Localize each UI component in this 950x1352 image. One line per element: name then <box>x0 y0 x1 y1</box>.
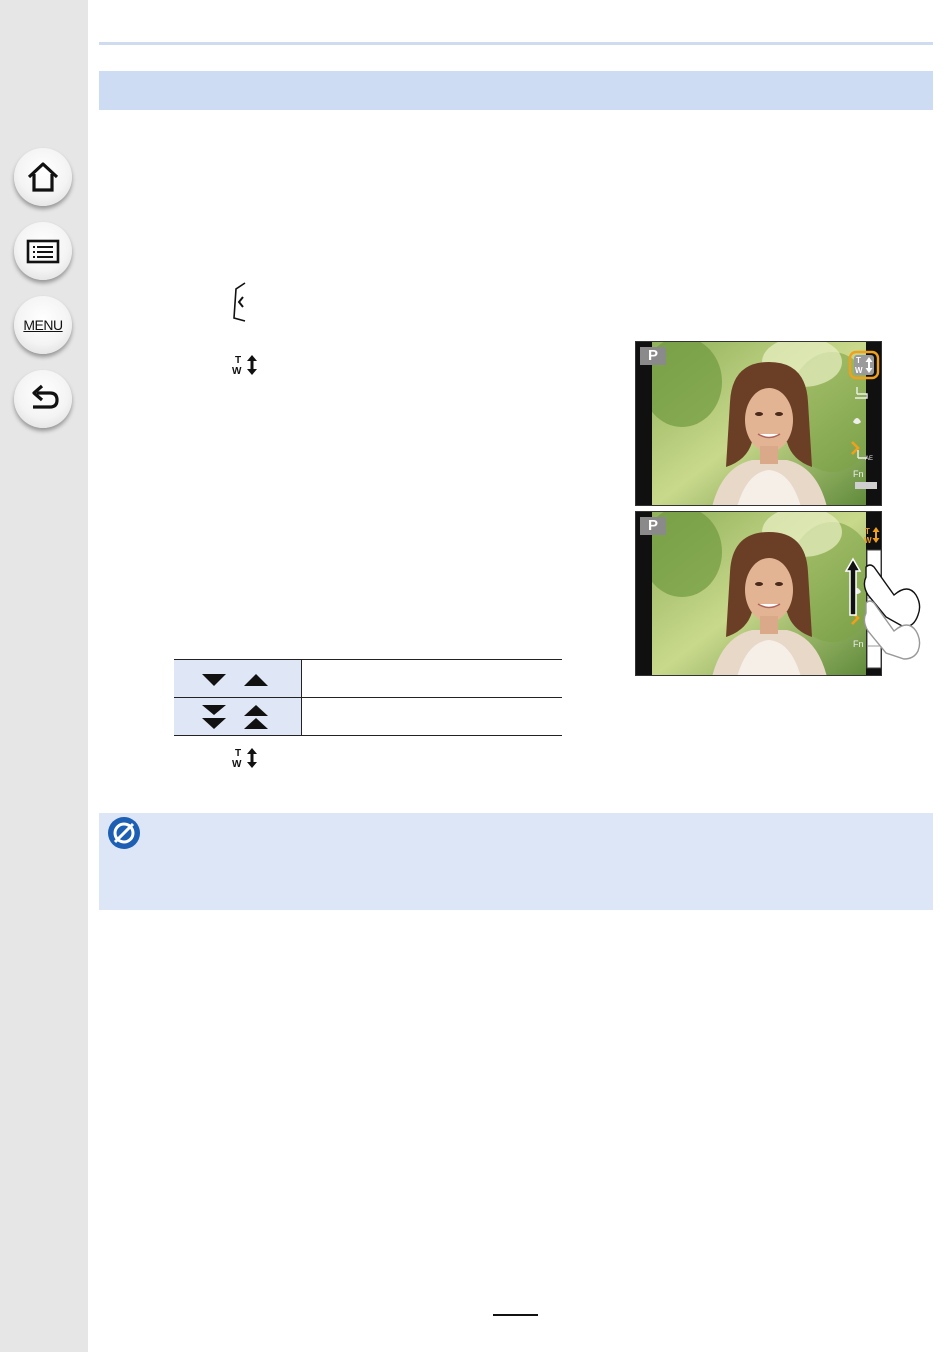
svg-text:T: T <box>865 527 870 536</box>
svg-text:Fn: Fn <box>853 469 864 479</box>
zoom-tw-icon: T W <box>232 748 257 769</box>
camera-screen-top: P T W AE Fn <box>635 341 882 506</box>
home-button[interactable] <box>14 148 72 206</box>
svg-text:T: T <box>856 356 861 365</box>
svg-text:W: W <box>855 366 863 375</box>
triangle-down-icon <box>201 673 226 686</box>
not-available-icon <box>108 817 140 849</box>
menu-icon: MENU <box>23 317 63 333</box>
tab-open-icon <box>233 282 246 322</box>
page-number-underline <box>493 1314 538 1316</box>
svg-text:W: W <box>232 759 242 769</box>
back-button[interactable] <box>14 370 72 428</box>
svg-text:T: T <box>235 748 241 759</box>
svg-text:AE: AE <box>865 456 873 462</box>
double-triangle-up-icon <box>243 704 268 716</box>
table-row <box>174 697 562 736</box>
svg-text:T: T <box>235 355 241 366</box>
back-arrow-icon <box>32 384 59 409</box>
header-rule <box>99 42 933 45</box>
table-row <box>174 659 562 698</box>
home-icon <box>27 162 59 192</box>
section-heading-bar <box>99 71 933 110</box>
contents-button[interactable] <box>14 222 72 280</box>
portrait-photo <box>652 342 866 505</box>
menu-button[interactable]: MENU <box>14 296 72 354</box>
mode-badge: P <box>640 347 666 365</box>
triangle-up-icon <box>243 673 268 686</box>
table-key-cell <box>174 697 302 736</box>
finger-drag-illustration <box>844 557 921 660</box>
zoom-speed-table <box>174 659 562 736</box>
touch-tab-icons: T W AE Fn <box>847 342 881 505</box>
list-icon <box>26 239 60 264</box>
note-box <box>99 813 933 910</box>
table-value-cell <box>301 697 562 736</box>
sidebar-navigation: MENU <box>0 0 88 1352</box>
portrait-photo <box>652 512 866 675</box>
svg-text:W: W <box>864 536 872 545</box>
double-triangle-down-icon <box>201 704 226 715</box>
table-key-cell <box>174 659 302 698</box>
table-value-cell <box>301 659 562 698</box>
zoom-tw-icon: T W <box>232 355 257 376</box>
svg-text:W: W <box>232 366 242 376</box>
mode-badge: P <box>640 517 666 535</box>
